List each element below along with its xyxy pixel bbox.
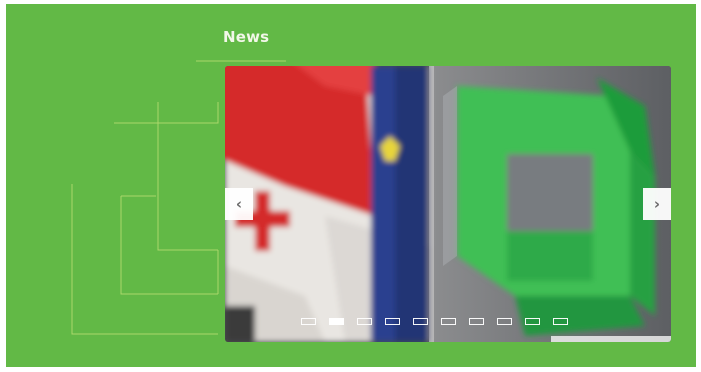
next-slide-button[interactable]: › bbox=[643, 188, 671, 220]
slide-dot-6[interactable] bbox=[441, 318, 456, 325]
slide-image[interactable] bbox=[225, 66, 671, 342]
slide-dot-2[interactable] bbox=[329, 318, 344, 325]
slide-dot-5[interactable] bbox=[413, 318, 428, 325]
slide-dot-9[interactable] bbox=[525, 318, 540, 325]
caption-strip bbox=[551, 336, 671, 342]
slide-dot-8[interactable] bbox=[497, 318, 512, 325]
news-carousel[interactable]: ‹ › bbox=[225, 66, 671, 342]
chevron-right-icon: › bbox=[653, 195, 661, 213]
slide-dot-10[interactable] bbox=[553, 318, 568, 325]
slide-dot-7[interactable] bbox=[469, 318, 484, 325]
news-section: News ‹ › bbox=[6, 4, 696, 367]
chevron-left-icon: ‹ bbox=[235, 195, 243, 213]
slide-pagination bbox=[301, 318, 568, 325]
previous-slide-button[interactable]: ‹ bbox=[225, 188, 253, 220]
slide-dot-1[interactable] bbox=[301, 318, 316, 325]
slide-dot-4[interactable] bbox=[385, 318, 400, 325]
section-title: News bbox=[223, 28, 270, 46]
slide-dot-3[interactable] bbox=[357, 318, 372, 325]
